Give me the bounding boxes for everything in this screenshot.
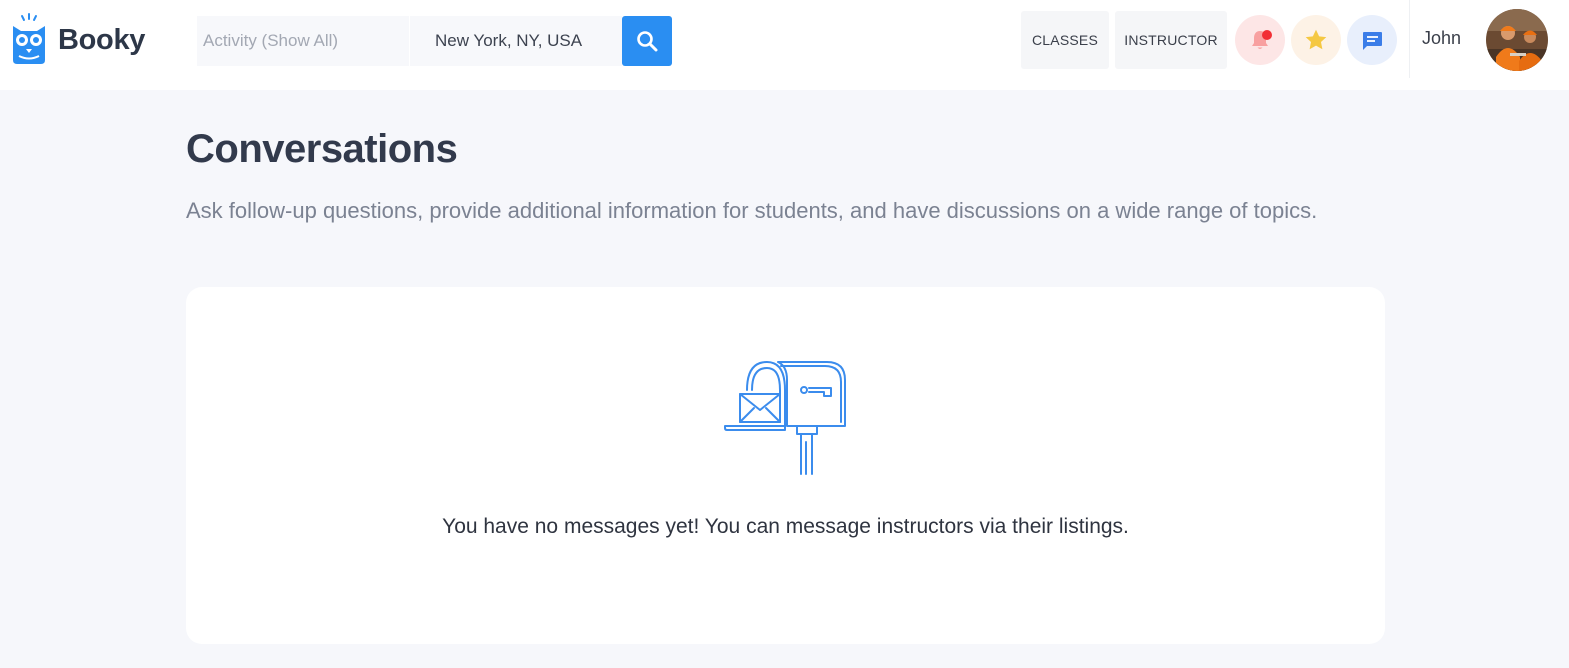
star-icon <box>1305 29 1327 50</box>
notification-dot <box>1262 30 1272 40</box>
empty-state-message: You have no messages yet! You can messag… <box>442 515 1129 538</box>
search-icon <box>637 31 658 52</box>
search-button[interactable] <box>622 16 672 66</box>
page-title: Conversations <box>186 127 458 171</box>
messages-button[interactable] <box>1347 15 1397 65</box>
mailbox-icon <box>724 361 846 475</box>
top-header: Booky CLASSES INSTRUCTOR John <box>0 0 1569 90</box>
brand-logo[interactable]: Booky <box>10 12 145 68</box>
location-search-input[interactable] <box>410 16 622 66</box>
user-avatar[interactable] <box>1486 9 1548 71</box>
header-divider <box>1409 0 1410 78</box>
activity-search-input[interactable] <box>197 16 409 66</box>
nav-classes-button[interactable]: CLASSES <box>1021 11 1109 69</box>
nav-instructor-button[interactable]: INSTRUCTOR <box>1115 11 1227 69</box>
chat-icon <box>1363 32 1382 50</box>
user-name[interactable]: John <box>1422 28 1461 49</box>
notifications-button[interactable] <box>1235 15 1285 65</box>
page-subtitle: Ask follow-up questions, provide additio… <box>186 198 1318 223</box>
owl-logo-icon <box>13 13 45 64</box>
conversations-card: You have no messages yet! You can messag… <box>186 287 1385 644</box>
brand-name: Booky <box>58 23 146 56</box>
favorites-button[interactable] <box>1291 15 1341 65</box>
